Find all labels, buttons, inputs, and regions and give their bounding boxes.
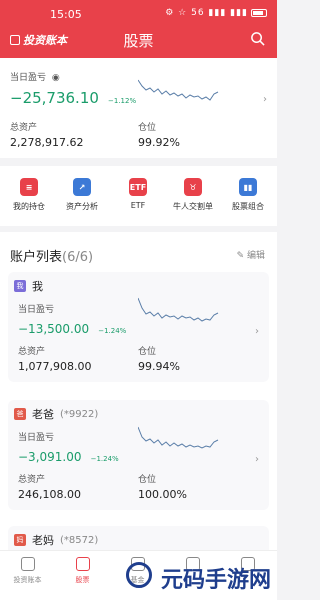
holdings-icon: ≡ bbox=[20, 178, 38, 196]
watermark-logo-icon bbox=[126, 562, 152, 588]
account-badge: 爸 bbox=[14, 408, 26, 420]
account-badge: 我 bbox=[14, 280, 26, 292]
account-name: 老妈 bbox=[32, 534, 54, 547]
accounts-title: 账户列表(6/6) bbox=[10, 250, 94, 265]
account-position-label: 仓位 bbox=[138, 347, 157, 357]
account-position-value: 100.00% bbox=[138, 488, 187, 501]
assets-value: 2,278,917.62 bbox=[10, 136, 84, 149]
account-assets-label: 总资产 bbox=[18, 475, 46, 485]
position-label: 仓位 bbox=[138, 123, 157, 133]
account-today-label: 当日盈亏 bbox=[18, 433, 55, 443]
account-assets-label: 总资产 bbox=[18, 347, 46, 357]
bull-icon: ♉ bbox=[184, 178, 202, 196]
today-pnl-value: −25,736.10 bbox=[10, 89, 99, 107]
quick-etf[interactable]: ETF ETF bbox=[113, 178, 163, 210]
account-name: 我 bbox=[32, 280, 43, 293]
quick-menu: ≡ 我的持仓 ↗ 资产分析 ETF ETF ♉ 牛人交割单 ▮▮ 股票组合 bbox=[0, 166, 277, 226]
summary-card[interactable]: 当日盈亏 ◉ −25,736.10 −1.12% › 总资产 2,278,917… bbox=[0, 58, 277, 158]
tab-ledger[interactable]: 投资账本 bbox=[0, 557, 55, 585]
quick-holdings[interactable]: ≡ 我的持仓 bbox=[4, 178, 54, 212]
top-bar: 15:05 ⚙ ☆ 56 ▮▮▮ ▮▮▮ 投资账本 股票 bbox=[0, 0, 277, 58]
account-name: 老爸 bbox=[32, 408, 54, 421]
account-sparkline bbox=[138, 426, 219, 449]
assets-label: 总资产 bbox=[10, 123, 38, 133]
account-today-value: −13,500.00 bbox=[18, 322, 90, 336]
account-today-value: −3,091.00 bbox=[18, 450, 82, 464]
today-pnl: −25,736.10 −1.12% bbox=[10, 88, 136, 107]
account-sub: (*9922) bbox=[60, 408, 99, 420]
status-bar: 15:05 ⚙ ☆ 56 ▮▮▮ ▮▮▮ bbox=[0, 4, 277, 21]
today-pnl-pct: −1.12% bbox=[108, 97, 137, 105]
battery-icon bbox=[251, 9, 267, 17]
account-badge: 妈 bbox=[14, 534, 26, 546]
stocks-icon bbox=[75, 557, 90, 571]
chevron-right-icon[interactable]: › bbox=[263, 94, 267, 105]
status-time: 15:05 bbox=[50, 8, 82, 21]
portfolio-icon: ▮▮ bbox=[239, 178, 257, 196]
position-value: 99.92% bbox=[138, 136, 180, 149]
account-today-label: 当日盈亏 bbox=[18, 305, 55, 315]
account-position-label: 仓位 bbox=[138, 475, 157, 485]
status-icons: ⚙ ☆ 56 ▮▮▮ ▮▮▮ bbox=[165, 8, 267, 18]
quick-analysis[interactable]: ↗ 资产分析 bbox=[57, 178, 107, 212]
chevron-right-icon[interactable]: › bbox=[255, 326, 259, 337]
account-sub: (*8572) bbox=[60, 534, 99, 546]
chevron-right-icon[interactable]: › bbox=[255, 454, 259, 465]
page-title: 股票 bbox=[123, 32, 154, 50]
ledger-icon bbox=[20, 557, 35, 571]
edit-button[interactable]: ✎ 编辑 bbox=[237, 248, 265, 261]
account-position-value: 99.94% bbox=[138, 360, 180, 373]
search-icon[interactable] bbox=[250, 31, 265, 46]
account-sparkline bbox=[138, 297, 219, 322]
account-today-pct: −1.24% bbox=[90, 455, 119, 463]
quick-portfolio[interactable]: ▮▮ 股票组合 bbox=[223, 178, 273, 212]
accounts-section: 账户列表(6/6) ✎ 编辑 我 我 当日盈亏 −13,500.00 −1.24… bbox=[0, 232, 277, 562]
tab-stocks[interactable]: 股票 bbox=[55, 557, 110, 585]
account-assets-value: 1,077,908.00 bbox=[18, 360, 92, 373]
account-today-pct: −1.24% bbox=[98, 327, 127, 335]
eye-icon[interactable]: ◉ bbox=[52, 73, 60, 83]
status-indicators: ⚙ ☆ 56 ▮▮▮ ▮▮▮ bbox=[165, 8, 248, 18]
account-card[interactable]: 我 我 当日盈亏 −13,500.00 −1.24% › 总资产 1,077,9… bbox=[8, 272, 269, 382]
etf-icon: ETF bbox=[129, 178, 147, 196]
watermark: 元码手游网 bbox=[160, 568, 271, 593]
account-card[interactable]: 爸 老爸 (*9922) 当日盈亏 −3,091.00 −1.24% › 总资产… bbox=[8, 400, 269, 510]
quick-bull-trades[interactable]: ♉ 牛人交割单 bbox=[168, 178, 218, 212]
today-pnl-label: 当日盈亏 ◉ bbox=[10, 73, 60, 83]
summary-sparkline bbox=[138, 79, 219, 101]
trend-icon: ↗ bbox=[73, 178, 91, 196]
account-assets-value: 246,108.00 bbox=[18, 488, 81, 501]
